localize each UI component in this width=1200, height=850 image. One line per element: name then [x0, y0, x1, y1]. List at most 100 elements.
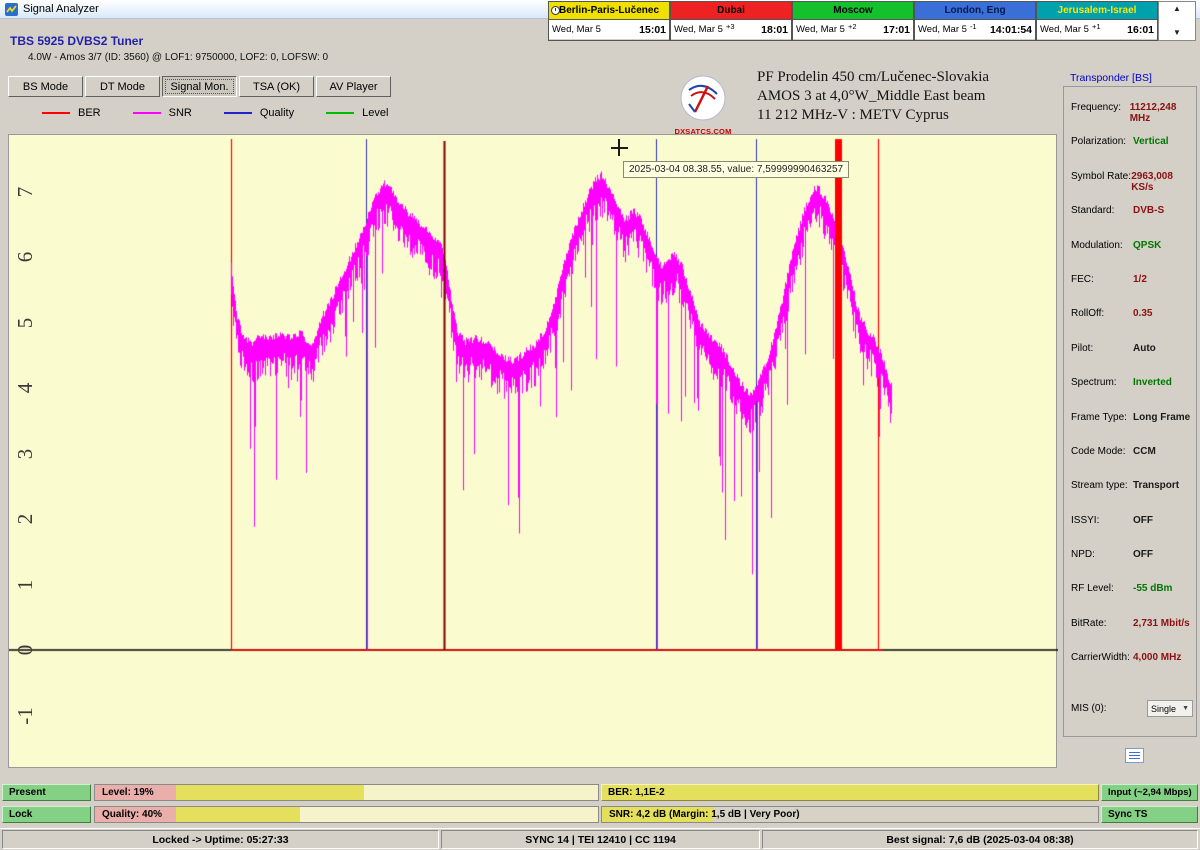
transponder-row: RF Level:-55 dBm [1064, 583, 1196, 617]
mis-row: MIS (0): Single ▼ [1064, 697, 1196, 721]
scroll-down-icon[interactable]: ▼ [1159, 29, 1195, 37]
clock-moscow: Moscow Wed, Mar 5 +2 17:01 [792, 1, 914, 41]
level-label: Level: 19% [95, 785, 598, 800]
legend-label: SNR [169, 107, 192, 119]
snr-swatch-icon [133, 112, 161, 114]
log-list-button[interactable] [1125, 748, 1144, 763]
clock-icon [551, 6, 560, 15]
signal-analyzer-window: Signal Analyzer Berlin-Paris-Lučenec Wed… [0, 0, 1200, 850]
beam-line3: 11 212 MHz-V : METV Cyprus [757, 106, 989, 125]
transponder-row: Symbol Rate:2963,008 KS/s [1064, 171, 1196, 205]
clock-city-label: Jerusalem-Israel [1058, 5, 1137, 16]
quality-label: Quality: 40% [95, 807, 598, 822]
snr-bar: SNR: 4,2 dB (Margin: 1,5 dB | Very Poor) [601, 806, 1099, 823]
clock-time: 18:01 [761, 24, 788, 36]
clock-time: 16:01 [1127, 24, 1154, 36]
present-indicator: Present [2, 784, 91, 801]
app-icon [5, 3, 18, 16]
ber-indicator: BER: 1,1E-2 [601, 784, 1099, 801]
chevron-down-icon: ▼ [1182, 705, 1189, 712]
beam-description: PF Prodelin 450 cm/Lučenec-Slovakia AMOS… [757, 68, 989, 125]
transponder-row: Frame Type:Long Frame [1064, 412, 1196, 446]
clock-date: Wed, Mar 5 [1040, 24, 1089, 35]
transponder-row: Stream type:Transport [1064, 480, 1196, 514]
mode-tabs: BS Mode DT Mode Signal Mon. TSA (OK) AV … [8, 76, 391, 97]
clock-time: 17:01 [883, 24, 910, 36]
clock-city-label: Berlin-Paris-Lučenec [559, 5, 659, 16]
quality-bar: Quality: 40% [94, 806, 599, 823]
transponder-row: Modulation:QPSK [1064, 240, 1196, 274]
clock-scroller: ▲ ▼ [1158, 1, 1196, 41]
transponder-title: Transponder [BS] [1070, 72, 1152, 84]
legend-label: BER [78, 107, 101, 119]
window-title: Signal Analyzer [23, 3, 99, 15]
transponder-row: Spectrum:Inverted [1064, 377, 1196, 411]
transponder-row: BitRate:2,731 Mbit/s [1064, 618, 1196, 652]
transponder-row: Standard:DVB-S [1064, 205, 1196, 239]
clock-city-label: Dubai [717, 5, 745, 16]
level-swatch-icon [326, 112, 354, 114]
scroll-up-icon[interactable]: ▲ [1159, 5, 1195, 13]
transponder-row: Frequency:11212,248 MHz [1064, 102, 1196, 136]
legend-snr: SNR [133, 107, 192, 119]
legend-quality: Quality [224, 107, 294, 119]
clock-date: Wed, Mar 5 [552, 24, 601, 35]
transponder-row: Pilot:Auto [1064, 343, 1196, 377]
tuner-config: 4.0W - Amos 3/7 (ID: 3560) @ LOF1: 97500… [28, 52, 328, 63]
clock-utc-offset: +3 [726, 22, 761, 31]
y-axis-tick: 5 [11, 309, 39, 337]
clock-berlin: Berlin-Paris-Lučenec Wed, Mar 5 15:01 [548, 1, 670, 41]
statusbar: Locked -> Uptime: 05:27:33 SYNC 14 | TEI… [0, 828, 1200, 850]
clock-london: London, Eng Wed, Mar 5 -1 14:01:54 [914, 1, 1036, 41]
crosshair-cursor [618, 139, 620, 156]
clock-time: 15:01 [639, 24, 666, 36]
mis-label: MIS (0): [1071, 703, 1133, 714]
tab-tsa[interactable]: TSA (OK) [239, 76, 314, 97]
clock-date: Wed, Mar 5 [674, 24, 723, 35]
clock-utc-offset: +1 [1092, 22, 1127, 31]
sync-ts-indicator: Sync TS [1101, 806, 1198, 823]
tab-dt-mode[interactable]: DT Mode [85, 76, 160, 97]
tuner-name: TBS 5925 DVBS2 Tuner [10, 34, 143, 48]
value-tooltip: 2025-03-04 08.38.55, value: 7,5999999046… [623, 161, 849, 178]
clock-jerusalem: Jerusalem-Israel Wed, Mar 5 +1 16:01 [1036, 1, 1158, 41]
legend-label: Quality [260, 107, 294, 119]
statusbar-best-signal: Best signal: 7,6 dB (2025-03-04 08:38) [762, 830, 1198, 849]
transponder-row: Polarization:Vertical [1064, 136, 1196, 170]
tab-signal-mon[interactable]: Signal Mon. [162, 76, 237, 97]
world-clocks: Berlin-Paris-Lučenec Wed, Mar 5 15:01 Du… [548, 1, 1196, 41]
transponder-row: NPD:OFF [1064, 549, 1196, 583]
y-axis-tick: 4 [11, 374, 39, 402]
clock-dubai: Dubai Wed, Mar 5 +3 18:01 [670, 1, 792, 41]
ber-swatch-icon [42, 112, 70, 114]
legend-level: Level [326, 107, 388, 119]
beam-line1: PF Prodelin 450 cm/Lučenec-Slovakia [757, 68, 989, 87]
transponder-row: RollOff:0.35 [1064, 308, 1196, 342]
lock-indicator: Lock [2, 806, 91, 823]
tab-bs-mode[interactable]: BS Mode [8, 76, 83, 97]
transponder-panel: Frequency:11212,248 MHz Polarization:Ver… [1063, 86, 1197, 737]
clock-city-label: Moscow [833, 5, 872, 16]
clock-date: Wed, Mar 5 [918, 24, 967, 35]
clock-date: Wed, Mar 5 [796, 24, 845, 35]
clock-utc-offset: +2 [848, 22, 883, 31]
beam-line2: AMOS 3 at 4,0°W_Middle East beam [757, 87, 989, 106]
snr-label: SNR: 4,2 dB (Margin: 1,5 dB | Very Poor) [602, 807, 1098, 822]
y-axis-tick: 1 [11, 571, 39, 599]
tab-av-player[interactable]: AV Player [316, 76, 391, 97]
level-bar: Level: 19% [94, 784, 599, 801]
quality-swatch-icon [224, 112, 252, 114]
snr-trace-canvas[interactable] [9, 135, 1058, 769]
mis-value: Single [1151, 704, 1176, 714]
transponder-row: ISSYI:OFF [1064, 515, 1196, 549]
legend-ber: BER [42, 107, 101, 119]
chart-legend: BER SNR Quality Level [42, 107, 388, 119]
signal-chart: 76543210-1 2025-03-04 08.38.55, value: 7… [8, 134, 1057, 768]
mis-select[interactable]: Single ▼ [1147, 700, 1193, 717]
clock-city-label: London, Eng [944, 5, 1005, 16]
legend-label: Level [362, 107, 388, 119]
dxsatcs-logo: DXSATCS.COM [672, 74, 734, 134]
y-axis-tick: 7 [11, 178, 39, 206]
input-indicator: Input (~2,94 Mbps) [1101, 784, 1198, 801]
statusbar-sync-counters: SYNC 14 | TEI 12410 | CC 1194 [441, 830, 760, 849]
